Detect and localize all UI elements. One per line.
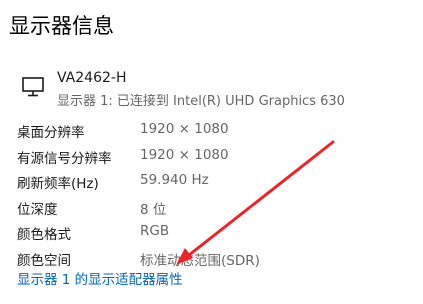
page-title: 显示器信息: [9, 14, 114, 38]
info-label: 颜色空间: [17, 252, 71, 269]
info-label: 位深度: [17, 201, 58, 218]
info-label: 桌面分辨率: [17, 125, 85, 141]
info-value: 8 位: [140, 201, 167, 218]
display-info-table: 桌面分辨率 1920 × 1080 有源信号分辨率 1920 × 1080 刷新…: [17, 118, 417, 271]
info-value: 59.940 Hz: [140, 172, 209, 188]
info-value: 标准动态范围(SDR): [140, 252, 260, 269]
info-label: 刷新频率(Hz): [17, 176, 99, 192]
info-row-color-format: 颜色格式 RGB: [17, 220, 417, 246]
info-row-desktop-resolution: 桌面分辨率 1920 × 1080: [17, 118, 417, 144]
monitor-connection-text: 显示器 1: 已连接到 Intel(R) UHD Graphics 630: [57, 94, 345, 109]
monitor-summary: VA2462-H 显示器 1: 已连接到 Intel(R) UHD Graphi…: [17, 68, 417, 112]
info-label: 有源信号分辨率: [17, 150, 112, 167]
info-row-refresh-rate: 刷新频率(Hz) 59.940 Hz: [17, 169, 417, 195]
monitor-icon: [22, 77, 44, 97]
info-value: RGB: [140, 223, 170, 239]
info-value: 1920 × 1080: [140, 121, 229, 137]
info-value: 1920 × 1080: [140, 146, 229, 163]
info-row-active-signal-resolution: 有源信号分辨率 1920 × 1080: [17, 144, 417, 170]
info-label: 颜色格式: [17, 227, 71, 243]
monitor-name: VA2462-H: [57, 70, 127, 86]
display-adapter-properties-link[interactable]: 显示器 1 的显示适配器属性: [17, 268, 183, 288]
info-row-bit-depth: 位深度 8 位: [17, 195, 417, 221]
